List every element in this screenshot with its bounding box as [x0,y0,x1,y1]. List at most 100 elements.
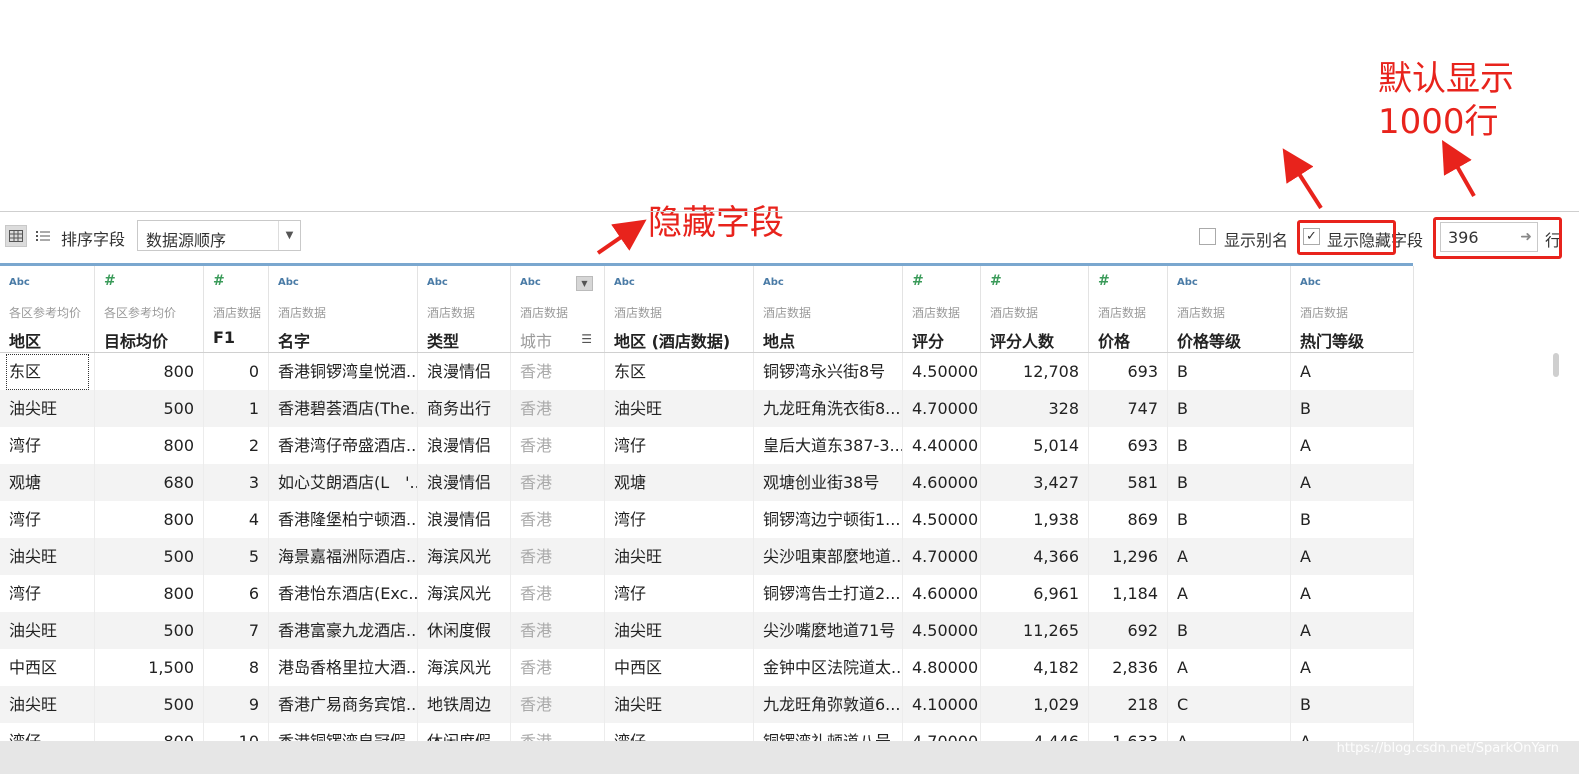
table-cell[interactable]: 4,446 [981,723,1089,741]
table-cell[interactable]: 1,029 [981,686,1089,723]
table-cell[interactable]: 油尖旺 [0,390,95,427]
table-cell[interactable]: 海滨风光 [418,538,511,575]
table-cell[interactable]: A [1168,575,1291,612]
table-cell[interactable]: B [1168,612,1291,649]
table-cell[interactable]: 铜锣湾永兴街8号 [754,353,903,390]
table-cell[interactable]: A [1168,649,1291,686]
table-cell[interactable]: 休闲度假 [418,723,511,741]
sort-icon[interactable]: ☰ [581,332,592,346]
table-cell[interactable]: 香港 [511,575,605,612]
table-cell[interactable]: 4.70000 [903,723,981,741]
table-cell[interactable]: 海景嘉福洲际酒店... [269,538,418,575]
table-cell[interactable]: 747 [1089,390,1168,427]
vertical-scrollbar[interactable] [1553,353,1559,377]
column-header-type[interactable]: Abc 酒店数据 类型 [418,266,511,353]
table-cell[interactable]: 湾仔 [605,723,754,741]
show-alias-checkbox[interactable] [1199,228,1216,245]
table-cell[interactable]: 680 [95,464,204,501]
table-cell[interactable]: 油尖旺 [0,686,95,723]
table-cell[interactable]: 油尖旺 [605,538,754,575]
column-header-rating[interactable]: # 酒店数据 评分 [903,266,981,353]
table-cell[interactable]: B [1168,464,1291,501]
table-cell[interactable]: 328 [981,390,1089,427]
table-cell[interactable]: 休闲度假 [418,612,511,649]
table-cell[interactable]: B [1291,686,1414,723]
table-cell[interactable]: 香港湾仔帝盛酒店... [269,427,418,464]
table-cell[interactable]: A [1291,538,1414,575]
table-cell[interactable]: 湾仔 [605,575,754,612]
table-cell[interactable]: 869 [1089,501,1168,538]
table-cell[interactable]: 如心艾朗酒店(L '... [269,464,418,501]
table-cell[interactable]: 3,427 [981,464,1089,501]
table-cell[interactable]: 4,182 [981,649,1089,686]
table-cell[interactable]: 7 [204,612,269,649]
table-cell[interactable]: 商务出行 [418,390,511,427]
table-cell[interactable]: 香港怡东酒店(Exc... [269,575,418,612]
table-cell[interactable]: 4.80000 [903,649,981,686]
table-cell[interactable]: 香港铜锣湾皇冠假... [269,723,418,741]
column-header-rating-count[interactable]: # 酒店数据 评分人数 [981,266,1089,353]
table-cell[interactable]: 800 [95,575,204,612]
table-cell[interactable]: 香港 [511,427,605,464]
table-cell[interactable]: A [1291,723,1414,741]
table-cell[interactable]: A [1168,538,1291,575]
table-cell[interactable]: 4.50000 [903,353,981,390]
table-cell[interactable]: 浪漫情侣 [418,353,511,390]
column-header-region[interactable]: Abc 各区参考均价 地区 [0,266,95,353]
table-cell[interactable]: 中西区 [605,649,754,686]
table-cell[interactable]: 4,366 [981,538,1089,575]
table-cell[interactable]: B [1291,390,1414,427]
column-header-price[interactable]: # 酒店数据 价格 [1089,266,1168,353]
column-header-f1[interactable]: # 酒店数据 F1 [204,266,269,353]
table-cell[interactable]: 港岛香格里拉大酒... [269,649,418,686]
table-cell[interactable]: 1,184 [1089,575,1168,612]
table-cell[interactable]: A [1291,612,1414,649]
table-cell[interactable]: 8 [204,649,269,686]
table-cell[interactable]: 香港 [511,501,605,538]
table-cell[interactable]: 香港 [511,686,605,723]
table-cell[interactable]: 油尖旺 [0,612,95,649]
sort-field-select[interactable]: 数据源顺序 ▼ [137,220,301,251]
table-cell[interactable]: 油尖旺 [605,612,754,649]
table-cell[interactable]: 香港 [511,390,605,427]
table-cell[interactable]: 4 [204,501,269,538]
table-cell[interactable]: 香港铜锣湾皇悦酒... [269,353,418,390]
table-cell[interactable]: 2 [204,427,269,464]
table-cell[interactable]: 油尖旺 [605,686,754,723]
table-cell[interactable]: 地铁周边 [418,686,511,723]
table-cell[interactable]: 铜锣湾礼顿道八号 [754,723,903,741]
table-cell[interactable]: 4.40000 [903,427,981,464]
table-cell[interactable]: 湾仔 [0,575,95,612]
table-cell[interactable]: 铜锣湾告士打道2... [754,575,903,612]
table-cell[interactable]: 500 [95,612,204,649]
table-cell[interactable]: 香港富豪九龙酒店... [269,612,418,649]
table-cell[interactable]: 4.60000 [903,464,981,501]
table-cell[interactable]: 3 [204,464,269,501]
column-menu-dropdown-icon[interactable]: ▼ [576,276,593,291]
table-cell[interactable]: 油尖旺 [605,390,754,427]
table-cell[interactable]: 0 [204,353,269,390]
table-cell[interactable]: 金钟中区法院道太... [754,649,903,686]
table-cell[interactable]: 9 [204,686,269,723]
table-cell[interactable]: 218 [1089,686,1168,723]
table-cell[interactable]: 5,014 [981,427,1089,464]
table-cell[interactable]: 观塘 [605,464,754,501]
table-cell[interactable]: 浪漫情侣 [418,464,511,501]
table-cell[interactable]: 2,836 [1089,649,1168,686]
table-cell[interactable]: C [1168,686,1291,723]
table-cell[interactable]: 4.60000 [903,575,981,612]
table-cell[interactable]: 湾仔 [0,427,95,464]
table-cell[interactable]: 4.70000 [903,390,981,427]
table-cell[interactable]: 湾仔 [0,723,95,741]
table-cell[interactable]: 湾仔 [605,427,754,464]
table-cell[interactable]: 香港 [511,538,605,575]
table-cell[interactable]: 九龙旺角弥敦道6... [754,686,903,723]
table-cell[interactable]: A [1291,575,1414,612]
table-cell[interactable]: 东区 [605,353,754,390]
table-cell[interactable]: 海滨风光 [418,575,511,612]
grid-view-icon[interactable] [5,225,27,247]
table-cell[interactable]: 观塘创业街38号 [754,464,903,501]
table-cell[interactable]: 香港 [511,464,605,501]
table-cell[interactable]: 693 [1089,353,1168,390]
column-header-region-hotel[interactable]: Abc 酒店数据 地区 (酒店数据) [605,266,754,353]
